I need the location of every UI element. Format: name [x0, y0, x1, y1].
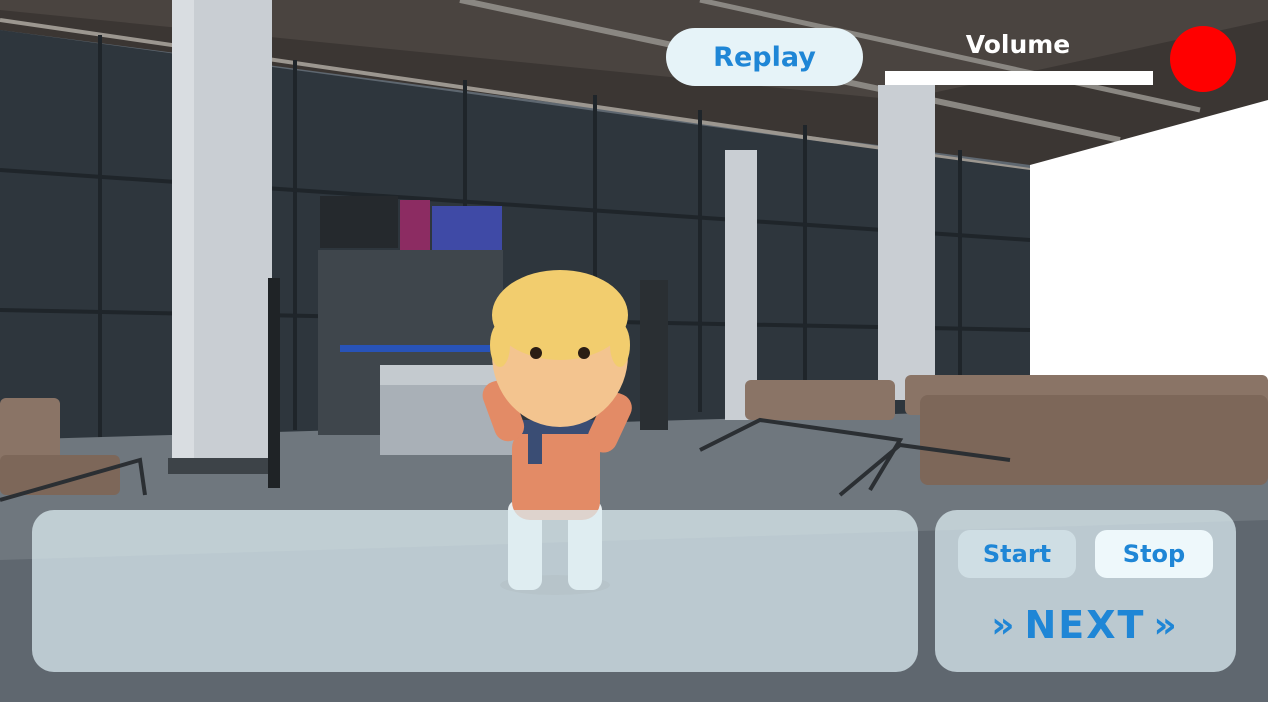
- gate-sign-airline: [432, 206, 502, 252]
- stop-button[interactable]: Stop: [1095, 530, 1213, 578]
- pillar-middle: [725, 150, 757, 420]
- replay-button[interactable]: Replay: [666, 28, 863, 86]
- volume-label: Volume: [965, 30, 1071, 59]
- next-button[interactable]: » NEXT »: [960, 596, 1210, 654]
- volume-slider[interactable]: [885, 71, 1153, 85]
- next-label: NEXT: [1024, 603, 1146, 647]
- dialogue-box: [32, 510, 918, 672]
- gate-sign-magenta: [400, 200, 430, 250]
- record-indicator[interactable]: [1170, 26, 1236, 92]
- gate-sign-dark: [320, 196, 398, 248]
- start-button[interactable]: Start: [958, 530, 1076, 578]
- double-chevron-right-icon: »: [991, 604, 1017, 646]
- double-chevron-right-icon: »: [1153, 604, 1179, 646]
- pillar-right: [878, 85, 935, 400]
